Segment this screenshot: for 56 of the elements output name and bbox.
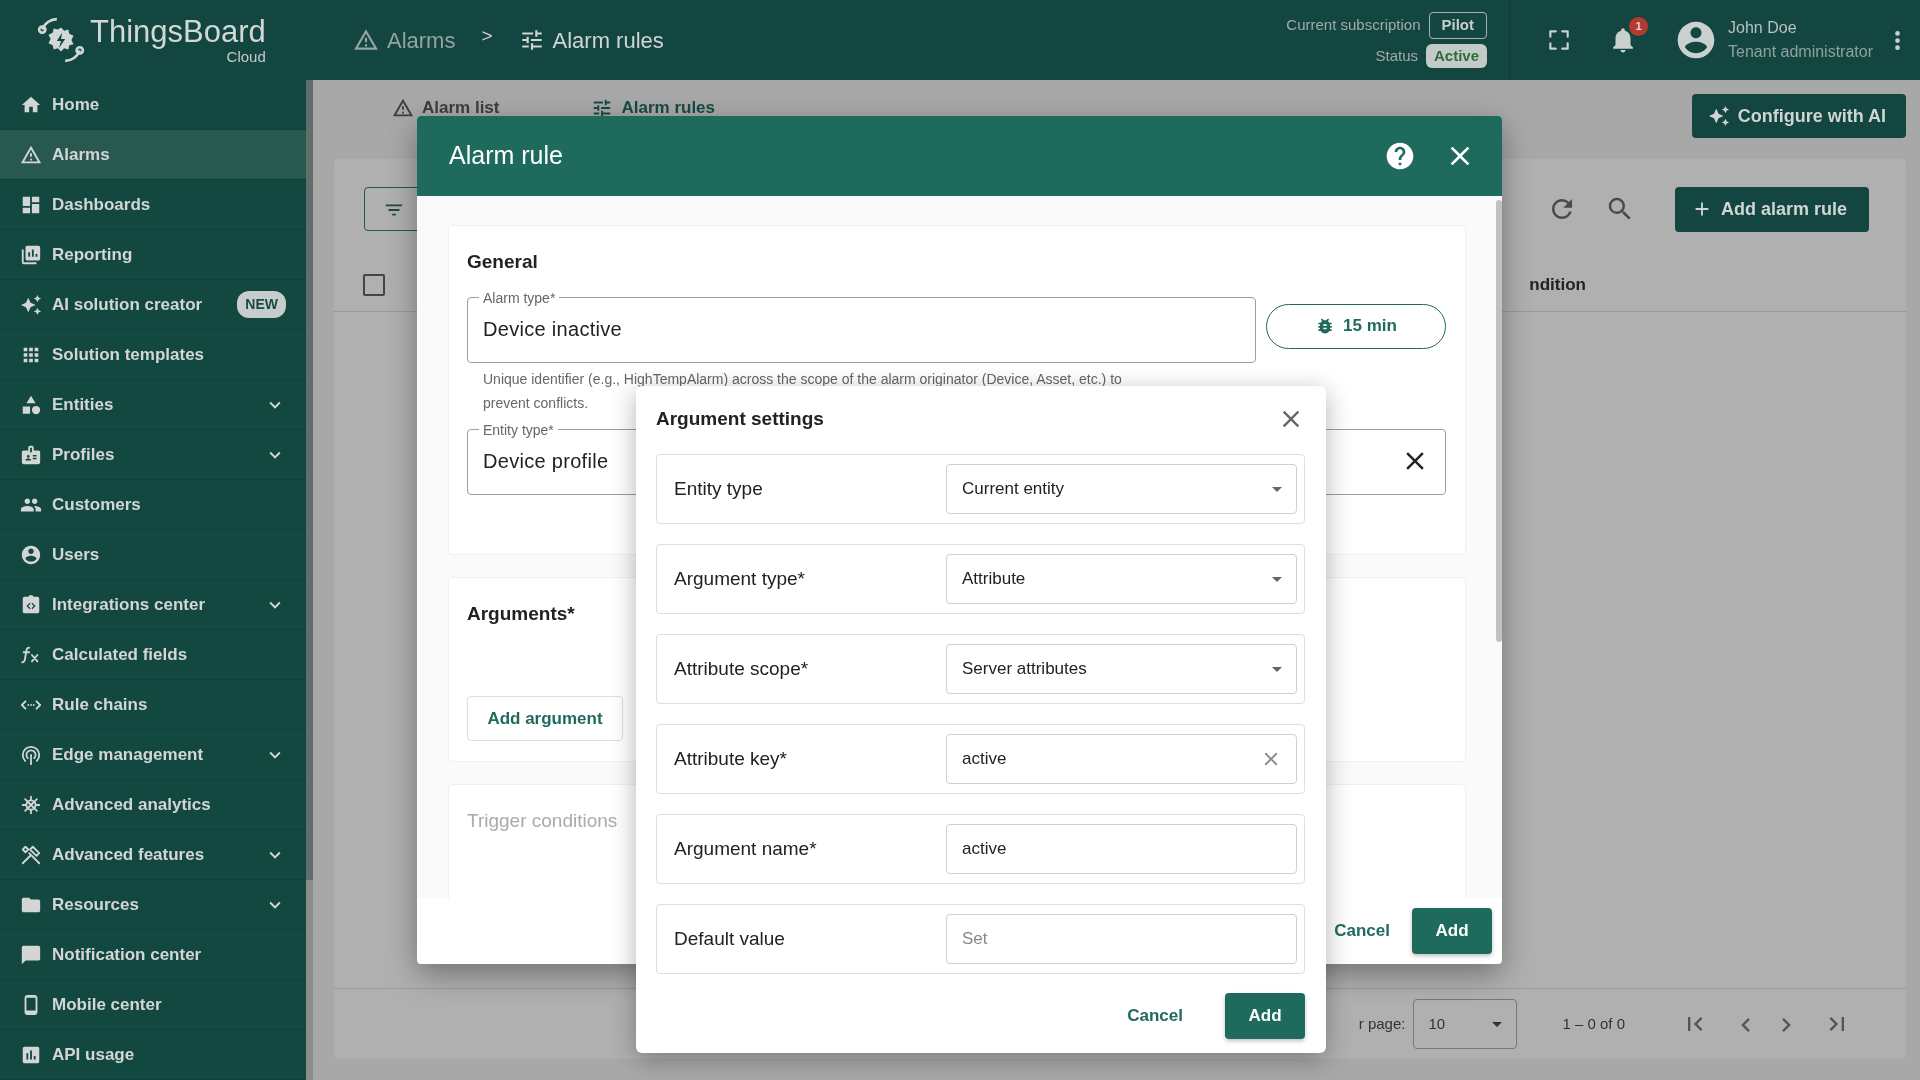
subscription-label: Current subscription	[1286, 15, 1421, 35]
breadcrumb-link[interactable]: Alarm rules	[518, 23, 664, 57]
sidebar-item[interactable]: Resources	[0, 880, 306, 930]
sidebar-item[interactable]: Advanced analytics	[0, 780, 306, 830]
page-size-select[interactable]: 10	[1413, 999, 1518, 1049]
add-button[interactable]: Add	[1412, 908, 1492, 954]
text-field[interactable]: active	[946, 734, 1297, 784]
breadcrumb-link[interactable]: Alarms	[353, 23, 456, 57]
sidebar-item[interactable]: API usage	[0, 1030, 306, 1080]
interval-button[interactable]: 15 min	[1266, 303, 1446, 349]
sidebar-item[interactable]: Users	[0, 530, 306, 580]
page-range: 1 – 0 of 0	[1562, 1013, 1625, 1034]
section-title: Trigger conditions	[467, 809, 619, 833]
sidebar-item[interactable]: Advanced features	[0, 830, 306, 880]
status-label: Status	[1375, 45, 1418, 66]
cancel-button[interactable]: Cancel	[1117, 997, 1193, 1035]
sidebar-item[interactable]: Dashboards	[0, 180, 306, 230]
user-role: Tenant administrator	[1728, 42, 1873, 62]
notification-count: 1	[1629, 17, 1649, 36]
logo-edition: Cloud	[226, 48, 266, 64]
sidebar-item[interactable]: Notification center	[0, 930, 306, 980]
dialog-title: Alarm rule	[449, 140, 563, 172]
page-size-label: r page:	[1358, 1013, 1406, 1034]
input-field[interactable]: active	[962, 735, 1260, 783]
cancel-button[interactable]: Cancel	[1324, 912, 1400, 950]
section-title: General	[467, 250, 539, 274]
field-label: Attribute scope*	[674, 656, 810, 681]
sidebar-item[interactable]: Integrations center	[0, 580, 306, 630]
section-title: Arguments*	[467, 602, 576, 626]
field-label: Entity type	[674, 476, 764, 501]
breadcrumb-separator: >	[481, 23, 493, 48]
configure-with-ai-button[interactable]: Configure with AI	[1691, 94, 1906, 138]
sidebar-item[interactable]: Entities	[0, 380, 306, 430]
add-alarm-rule-button[interactable]: Add alarm rule	[1674, 186, 1869, 232]
new-badge: NEW	[237, 291, 286, 318]
field-label: Argument name*	[674, 836, 818, 861]
field-label: Attribute key*	[674, 746, 788, 771]
sidebar-item[interactable]: AI solution creator NEW	[0, 280, 306, 330]
add-button[interactable]: Add	[1225, 993, 1305, 1039]
dropdown[interactable]: Attribute	[946, 554, 1297, 604]
field-label: Default value	[674, 926, 786, 951]
sidebar-item[interactable]: Alarms	[0, 130, 306, 180]
alarm-type-field[interactable]: Alarm type* Device inactive	[467, 290, 1256, 363]
status-badge: Active	[1426, 43, 1488, 68]
dropdown[interactable]: Current entity	[946, 464, 1297, 514]
user-name: John Doe	[1728, 18, 1798, 38]
logo-text: ThingsBoard	[90, 16, 266, 49]
column-header: ndition	[1529, 274, 1586, 297]
tab[interactable]: Alarm list	[376, 86, 516, 130]
sidebar-item[interactable]: Edge management	[0, 730, 306, 780]
sidebar-item[interactable]: Profiles	[0, 430, 306, 480]
dropdown[interactable]: Server attributes	[946, 644, 1297, 694]
field-label: Argument type*	[674, 566, 806, 591]
add-argument-button[interactable]: Add argument	[467, 696, 623, 741]
plan-badge: Pilot	[1428, 12, 1488, 39]
sidebar-item[interactable]: Reporting	[0, 230, 306, 280]
